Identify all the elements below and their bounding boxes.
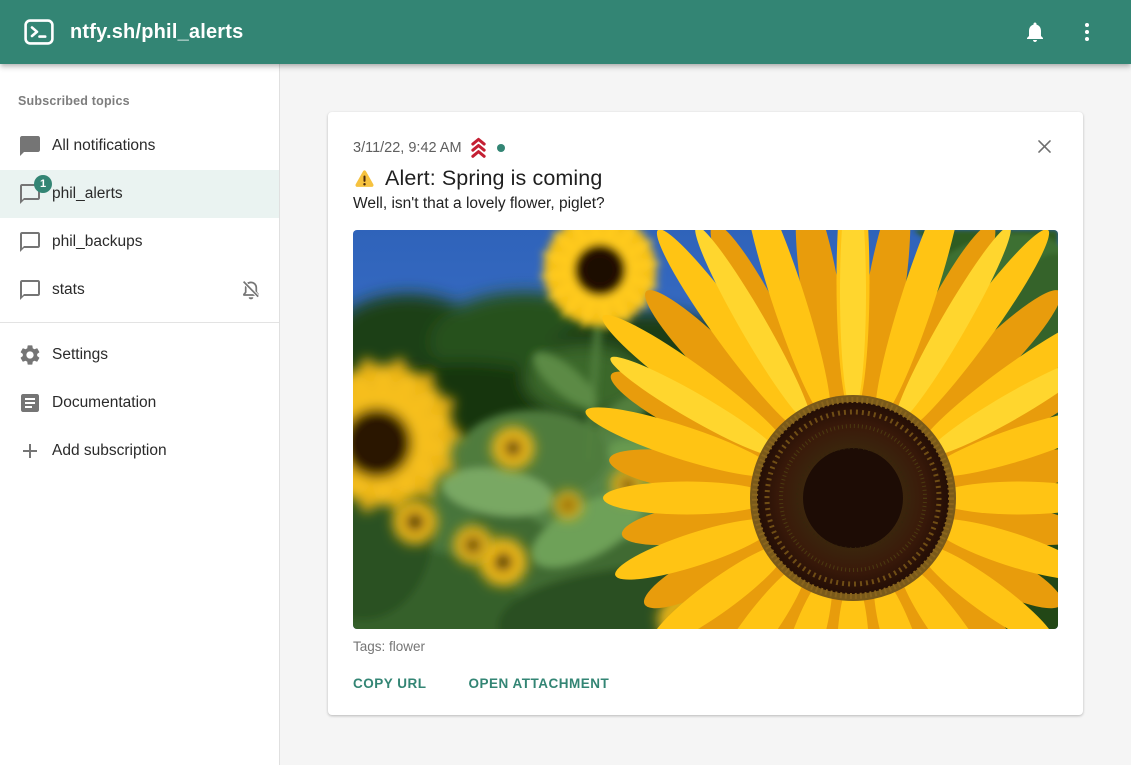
app-bar: ntfy.sh/phil_alerts [0, 0, 1131, 64]
notification-timestamp: 3/11/22, 9:42 AM [353, 140, 462, 156]
notifications-bell-icon [1023, 20, 1047, 44]
sidebar-item-add-subscription[interactable]: Add subscription [0, 427, 279, 475]
notification-actions: COPY URL OPEN ATTACHMENT [345, 668, 1058, 699]
sidebar-item-phil-alerts[interactable]: 1 phil_alerts [0, 170, 279, 218]
notification-body: Well, isn't that a lovely flower, piglet… [353, 195, 1058, 213]
sidebar-item-label: phil_alerts [52, 185, 123, 203]
ntfy-app: ntfy.sh/phil_alerts Subscribed topics [0, 0, 1131, 765]
sidebar-item-stats[interactable]: stats [0, 266, 279, 314]
chat-bubble-outline-icon: 1 [18, 182, 42, 206]
main-content: 3/11/22, 9:42 AM [280, 64, 1131, 765]
sidebar-item-all-notifications[interactable]: All notifications [0, 122, 279, 170]
sidebar-item-settings[interactable]: Settings [0, 331, 279, 379]
warning-triangle-icon [353, 168, 376, 190]
gear-icon [18, 343, 42, 367]
copy-url-button[interactable]: COPY URL [345, 668, 435, 699]
unread-count-badge: 1 [34, 175, 52, 193]
open-attachment-button[interactable]: OPEN ATTACHMENT [461, 668, 618, 699]
subscribed-topics-heading: Subscribed topics [18, 94, 279, 108]
sidebar-item-phil-backups[interactable]: phil_backups [0, 218, 279, 266]
sidebar-item-label: Settings [52, 346, 108, 364]
sidebar-item-label: phil_backups [52, 233, 142, 251]
notification-card: 3/11/22, 9:42 AM [328, 112, 1083, 715]
article-icon [18, 391, 42, 415]
notifications-bell-button[interactable] [1013, 10, 1057, 54]
chat-bubble-outline-icon [18, 278, 42, 302]
attachment-image[interactable] [353, 230, 1058, 629]
app-title: ntfy.sh/phil_alerts [70, 21, 243, 44]
unread-dot [497, 144, 505, 152]
priority-max-icon [468, 137, 489, 159]
close-icon [1035, 137, 1054, 156]
notification-title: Alert: Spring is coming [385, 166, 602, 191]
close-notification-button[interactable] [1030, 132, 1058, 160]
sidebar-divider [0, 322, 279, 323]
chat-bubble-outline-icon [18, 230, 42, 254]
kebab-menu-icon [1075, 20, 1099, 44]
overflow-menu-button[interactable] [1065, 10, 1109, 54]
sidebar-item-label: All notifications [52, 137, 155, 155]
sidebar-item-label: Add subscription [52, 442, 167, 460]
chat-bubble-filled-icon [18, 134, 42, 158]
plus-icon [18, 439, 42, 463]
terminal-icon [24, 19, 54, 45]
sidebar-item-label: stats [52, 281, 85, 299]
notification-title-row: Alert: Spring is coming [353, 166, 1058, 191]
sidebar-item-label: Documentation [52, 394, 156, 412]
sidebar-item-documentation[interactable]: Documentation [0, 379, 279, 427]
notification-meta-row: 3/11/22, 9:42 AM [353, 136, 1058, 160]
notification-tags: Tags: flower [353, 639, 1058, 654]
sidebar: Subscribed topics All notifications 1 ph… [0, 64, 280, 765]
muted-bell-icon [239, 278, 263, 302]
